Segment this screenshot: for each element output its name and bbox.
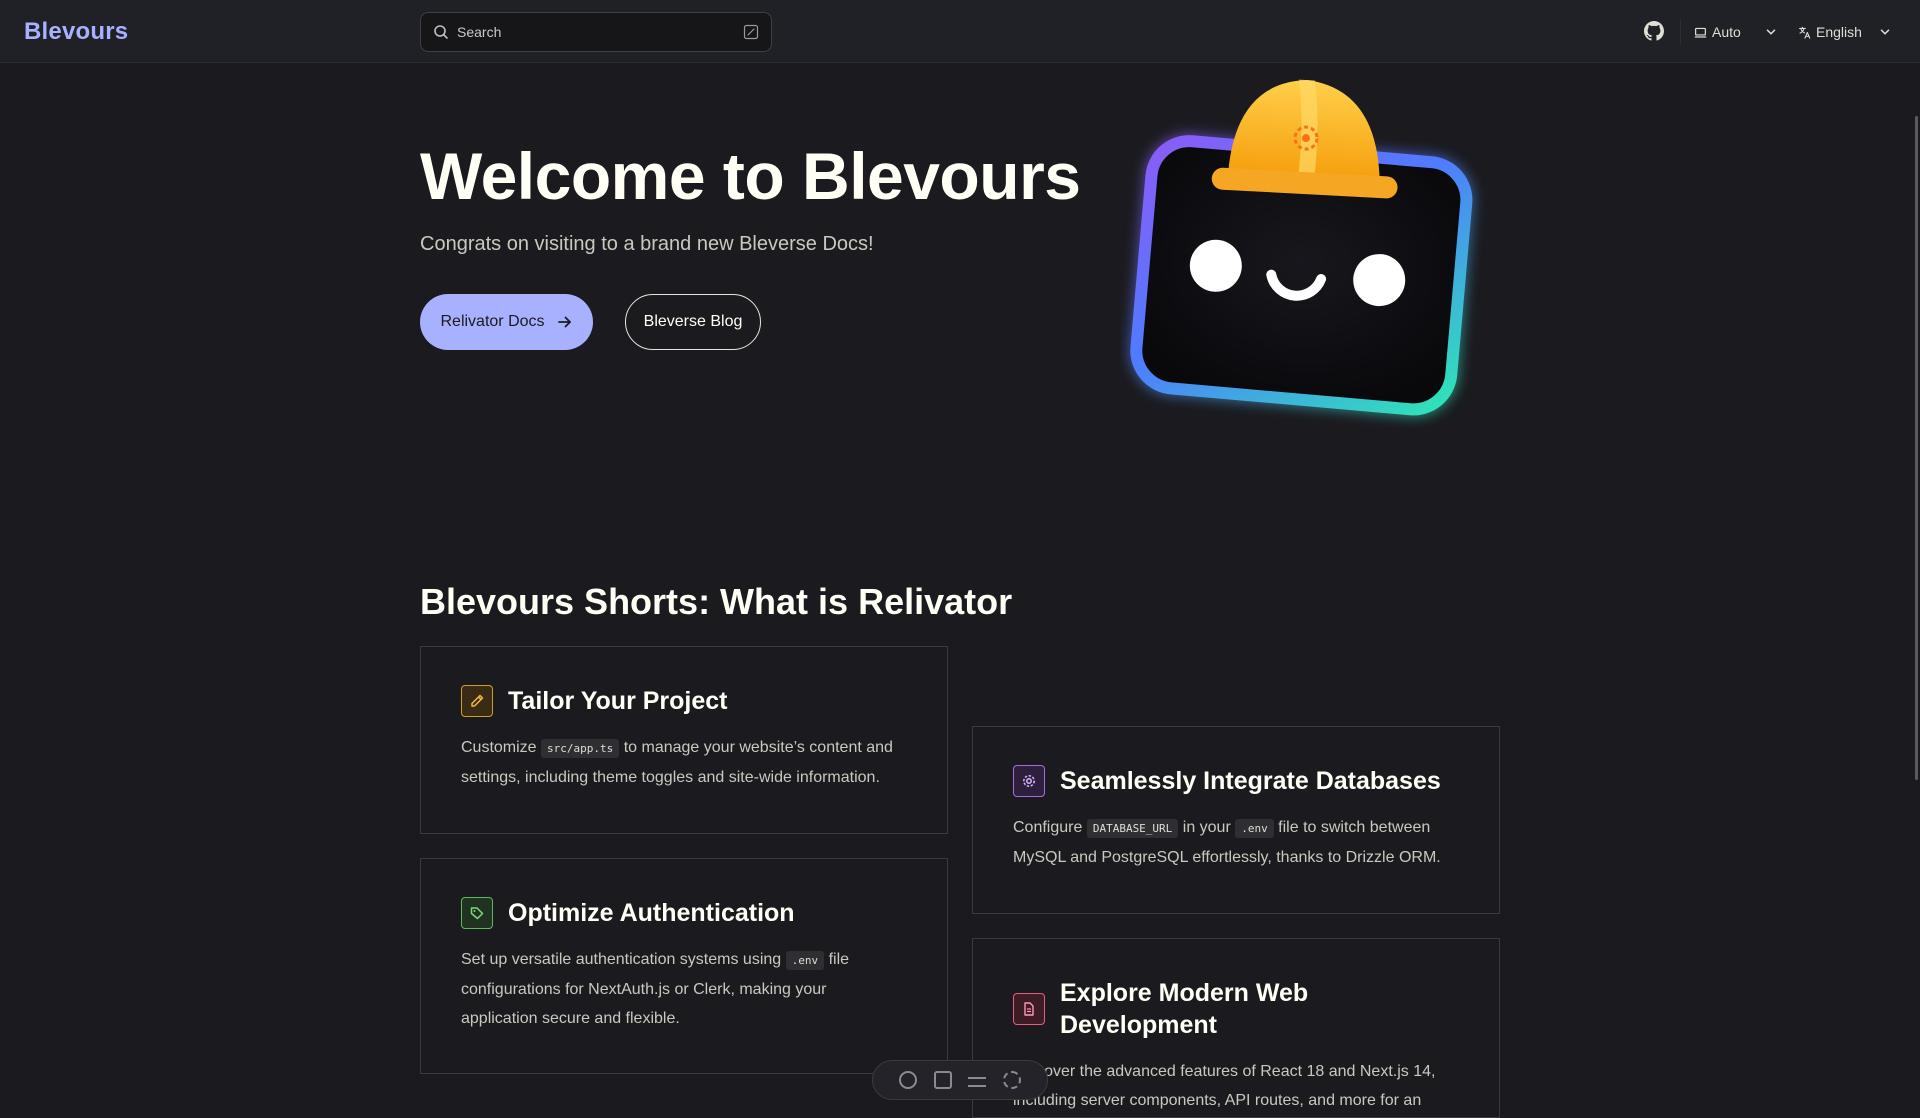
bleverse-blog-button[interactable]: Bleverse Blog [625, 294, 761, 350]
pencil-icon [461, 685, 493, 717]
search-icon [434, 25, 448, 39]
tag-icon [461, 897, 493, 929]
feature-card-integrate-databases[interactable]: Seamlessly Integrate Databases Configure… [972, 726, 1500, 914]
nav-divider [1680, 20, 1681, 44]
keyboard-shortcut-icon [743, 24, 759, 40]
chevron-down-icon[interactable] [1878, 25, 1892, 39]
language-switcher[interactable]: English [1798, 20, 1862, 44]
feature-card-optimize-authentication[interactable]: Optimize Authentication Set up versatile… [420, 858, 948, 1074]
scrollbar-thumb[interactable] [1915, 116, 1918, 780]
top-navbar: Blevours Search Auto English [0, 0, 1920, 63]
document-icon [1013, 993, 1045, 1025]
inline-code: .env [785, 951, 825, 970]
gear-icon[interactable] [1002, 1071, 1021, 1089]
mascot-image [1128, 79, 1475, 418]
hero-tagline: Congrats on visiting to a brand new Blev… [420, 233, 874, 255]
feature-card-description: Set up versatile authentication systems … [461, 951, 850, 1027]
inline-code: .env [1235, 819, 1274, 838]
github-icon[interactable] [1644, 21, 1664, 41]
feature-card-description: Configure DATABASE_URL in your .env file… [1013, 819, 1441, 866]
floating-toolbar[interactable] [872, 1060, 1048, 1100]
language-label: English [1816, 24, 1862, 40]
relivator-docs-label: Relivator Docs [440, 313, 545, 330]
feature-card-title: Optimize Authentication [508, 899, 795, 927]
arrow-right-icon [557, 316, 571, 328]
feature-card-description: Customize src/app.ts to manage your webs… [461, 739, 893, 786]
theme-switcher[interactable]: Auto [1694, 20, 1741, 44]
feature-card-title: Seamlessly Integrate Databases [1060, 767, 1441, 795]
feature-card-title: Explore Modern Web Development [1060, 979, 1309, 1039]
chevron-down-icon[interactable] [1764, 25, 1778, 39]
inline-code: DATABASE_URL [1086, 819, 1179, 838]
toolbar-tool-icon[interactable] [933, 1071, 952, 1089]
site-logo[interactable]: Blevours [24, 18, 128, 46]
hero-title: Welcome to Blevours [420, 139, 1081, 213]
relivator-docs-button[interactable]: Relivator Docs [420, 294, 593, 350]
monitor-icon [1694, 27, 1707, 38]
features-heading: Blevours Shorts: What is Relivator [420, 581, 1013, 622]
inline-code: src/app.ts [541, 739, 620, 758]
feature-card-title: Tailor Your Project [508, 687, 728, 715]
search-label: Search [457, 24, 502, 40]
search-button[interactable]: Search [420, 12, 772, 52]
menu-icon[interactable] [968, 1077, 987, 1087]
feature-card-description: Discover the advanced features of React … [1013, 1063, 1436, 1109]
toolbar-tool-icon[interactable] [899, 1071, 918, 1089]
theme-label: Auto [1712, 24, 1741, 40]
gear-icon [1013, 765, 1045, 797]
feature-card-modern-web-development[interactable]: Explore Modern Web Development Discover … [972, 938, 1500, 1118]
translate-icon [1799, 26, 1811, 39]
feature-card-tailor-project[interactable]: Tailor Your Project Customize src/app.ts… [420, 646, 948, 834]
